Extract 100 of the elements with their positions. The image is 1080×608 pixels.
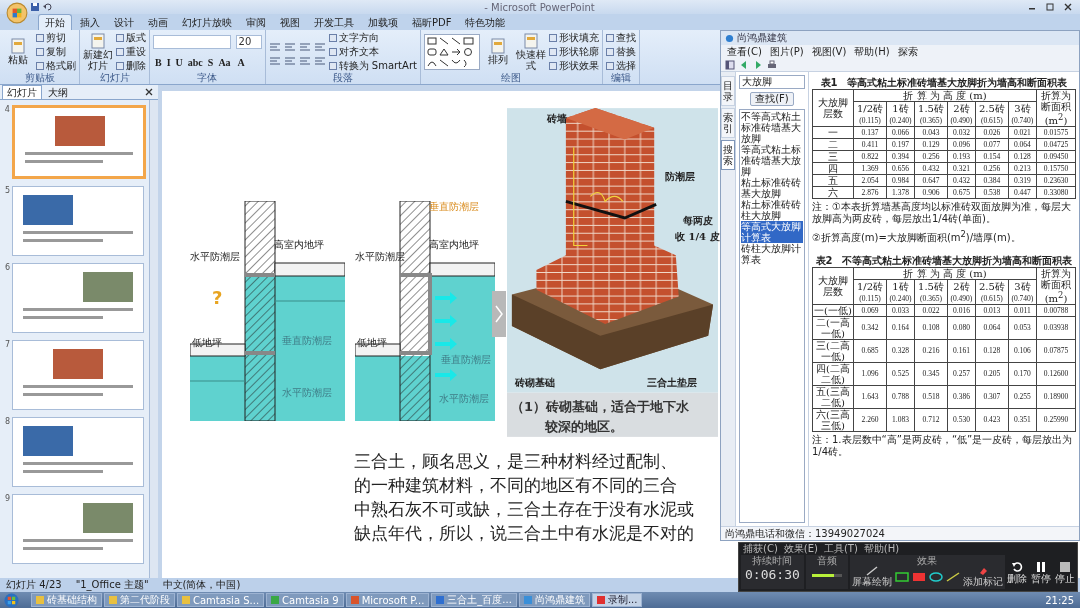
ribbon-button[interactable]: 剪切 — [36, 31, 76, 44]
diagram-label: 垂直防潮层 — [282, 335, 332, 347]
office-logo-icon[interactable] — [6, 2, 28, 24]
slide-thumbnail[interactable] — [12, 263, 144, 333]
add-marker-button[interactable]: 添加标记 — [962, 566, 1003, 587]
maximize-icon[interactable] — [1044, 2, 1056, 12]
search-field[interactable]: 大放脚 — [739, 75, 805, 89]
shapes-gallery[interactable] — [423, 33, 480, 70]
ribbon-button[interactable]: 替换 — [605, 45, 636, 58]
result-item[interactable]: 粘土标准砖砖基大放脚 — [741, 177, 803, 199]
ribbon-button[interactable]: 形状轮廓 — [548, 45, 599, 58]
ribbon-button[interactable]: 重设 — [116, 45, 146, 58]
start-button[interactable] — [4, 592, 19, 608]
ribbon-tab[interactable]: 开始 — [38, 14, 72, 30]
ribbon-tab[interactable]: 幻灯片放映 — [176, 15, 238, 30]
indent-icon[interactable] — [298, 41, 311, 52]
ribbon-button[interactable]: 对齐文本 — [328, 45, 417, 58]
align-center-icon[interactable] — [283, 55, 296, 66]
ribbon-tab[interactable]: 福昕PDF — [406, 15, 458, 30]
format-button[interactable]: abc — [185, 56, 205, 69]
menu-item[interactable]: 探索 — [897, 46, 918, 58]
result-item[interactable]: 不等高式粘土标准砖墙基大放脚 — [741, 111, 803, 144]
ribbon-tab[interactable]: 特色功能 — [459, 15, 512, 30]
slide-thumbnail[interactable] — [12, 494, 144, 564]
ribbon-button[interactable]: 复制 — [36, 45, 76, 58]
menu-item[interactable]: 捕获(C) — [743, 543, 778, 555]
slide-thumbnail[interactable] — [12, 186, 144, 256]
ribbon-tab[interactable]: 视图 — [274, 15, 306, 30]
format-button[interactable]: A — [235, 56, 247, 69]
taskbar-item[interactable]: 录制... — [591, 593, 643, 607]
save-icon[interactable] — [30, 2, 40, 12]
highlighter-icon[interactable] — [945, 571, 960, 582]
side-tab[interactable]: 目录 — [721, 76, 735, 106]
ribbon-button[interactable]: 排列 — [482, 38, 513, 65]
menu-item[interactable]: 图片(P) — [769, 46, 804, 58]
pane-tab[interactable]: 幻灯片 — [2, 85, 42, 99]
font-field[interactable]: 20 — [235, 34, 262, 49]
question-annotation: ? — [212, 287, 223, 308]
table-cell: 六 — [812, 186, 854, 199]
result-item[interactable]: 等高式粘土标准砖墙基大放脚 — [741, 144, 803, 177]
menu-item[interactable]: 查看(C) — [727, 46, 762, 58]
ribbon-button[interactable]: 新建幻灯片 — [83, 32, 113, 71]
bullet-list-icon[interactable] — [268, 41, 281, 52]
ribbon-button[interactable]: 形状填充 — [548, 31, 599, 44]
pane-tab[interactable]: 大纲 — [44, 85, 72, 99]
font-field[interactable] — [153, 34, 231, 49]
undo-icon[interactable] — [43, 2, 53, 12]
rectangle-icon[interactable] — [894, 571, 909, 582]
ribbon-tab[interactable]: 设计 — [108, 15, 140, 30]
format-button[interactable]: I — [164, 56, 173, 69]
ribbon-button[interactable]: 粘贴 — [3, 38, 33, 65]
result-item[interactable]: 等高式大放脚计算表 — [741, 221, 803, 243]
next-arrow-button[interactable] — [492, 291, 506, 337]
format-button[interactable]: S — [205, 56, 216, 69]
menu-item[interactable]: 视图(V) — [811, 46, 847, 58]
menu-item[interactable]: 帮助(H) — [863, 543, 900, 555]
ribbon-tab[interactable]: 审阅 — [240, 15, 272, 30]
scrollbar[interactable] — [149, 100, 158, 578]
close-icon[interactable] — [144, 87, 154, 97]
ribbon-button[interactable]: 转换为 SmartArt — [328, 59, 417, 72]
align-right-icon[interactable] — [298, 55, 311, 66]
side-tab[interactable]: 搜索 — [721, 140, 735, 170]
hide-pane-icon[interactable] — [725, 60, 735, 70]
outdent-icon[interactable] — [313, 41, 326, 52]
recorder-button[interactable]: 删除 — [1007, 560, 1027, 584]
find-button[interactable]: 查找(F) — [750, 92, 794, 106]
ribbon-button[interactable]: 文字方向 — [328, 31, 417, 44]
ribbon-tab[interactable]: 动画 — [142, 15, 174, 30]
format-button[interactable]: U — [173, 56, 185, 69]
menu-item[interactable]: 工具(T) — [823, 543, 858, 555]
recorder-button[interactable]: 停止 — [1055, 560, 1075, 584]
ribbon-tab[interactable]: 插入 — [74, 15, 106, 30]
format-button[interactable]: B — [153, 56, 164, 69]
menu-item[interactable]: 帮助(H) — [854, 46, 890, 58]
filled-rectangle-icon[interactable] — [911, 571, 926, 582]
close-icon[interactable] — [1062, 2, 1074, 12]
slide-thumbnail[interactable] — [12, 340, 144, 410]
print-icon[interactable] — [767, 60, 777, 70]
screen-draw-button[interactable]: 屏幕绘制 — [851, 566, 892, 587]
numbered-list-icon[interactable] — [283, 41, 296, 52]
justify-icon[interactable] — [313, 55, 326, 66]
ribbon-button[interactable]: 删除 — [116, 59, 146, 72]
ribbon-button[interactable]: 选择 — [605, 59, 636, 72]
ribbon-button[interactable]: 快速样式 — [515, 32, 546, 71]
ellipse-icon[interactable] — [928, 571, 943, 582]
ribbon-tab[interactable]: 开发工具 — [308, 15, 360, 30]
ribbon-button[interactable]: 查找 — [605, 31, 636, 44]
recorder-button[interactable]: 暂停 — [1031, 560, 1051, 584]
format-button[interactable]: Aa — [216, 56, 233, 69]
slide-thumbnail[interactable] — [12, 417, 144, 487]
menu-item[interactable]: 效果(E) — [783, 543, 818, 555]
side-tab[interactable]: 索引 — [721, 108, 735, 138]
ribbon-button[interactable]: 格式刷 — [36, 59, 76, 72]
align-left-icon[interactable] — [268, 55, 281, 66]
ribbon-button[interactable]: 形状效果 — [548, 59, 599, 72]
ribbon-button[interactable]: 版式 — [116, 31, 146, 44]
result-item[interactable]: 砖柱大放脚计算表 — [741, 243, 803, 265]
result-item[interactable]: 粘土标准砖砖柱大放脚 — [741, 199, 803, 221]
ribbon-tab[interactable]: 加载项 — [362, 15, 404, 30]
slide-thumbnail[interactable] — [11, 105, 146, 179]
